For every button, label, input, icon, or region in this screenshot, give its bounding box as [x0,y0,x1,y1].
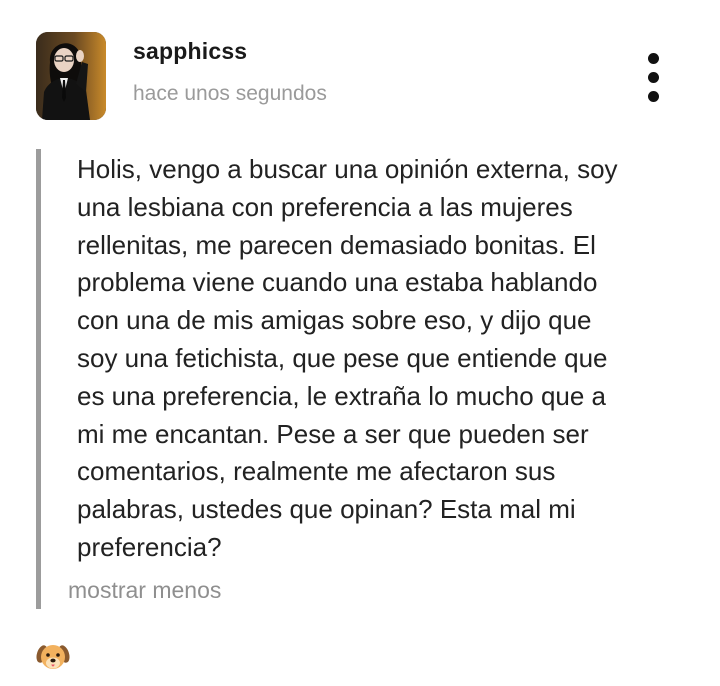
avatar[interactable] [36,32,106,120]
post-body-line: es una preferencia, le extraña lo mucho … [77,380,607,411]
post-body-line: una lesbiana con preferencia a las mujer… [77,191,573,222]
post-body: Holis, vengo a buscar una opinión extern… [77,151,677,567]
quote-bar [36,149,41,609]
dog-face-icon [36,645,70,669]
post-body-line: problema viene cuando una estaba habland… [77,267,598,298]
show-less-link[interactable]: mostrar menos [68,577,221,604]
post-body-line: rellenitas, me parecen demasiado bonitas… [77,229,596,260]
post-body-line: mi me encantan. Pese a ser que pueden se… [77,418,589,449]
post-body-line: Holis, vengo a buscar una opinión extern… [77,154,618,184]
post-body-line: soy una fetichista, que pese que entiend… [77,342,608,373]
post-card: sapphicss hace unos segundos Holis, veng… [0,0,720,686]
avatar-photo [36,32,106,120]
more-options-button[interactable] [638,50,670,106]
username[interactable]: sapphicss [133,38,247,65]
post-body-line: palabras, ustedes que opinan? Esta mal m… [77,494,576,525]
timestamp: hace unos segundos [133,82,327,105]
post-body-line: preferencia? [77,531,222,562]
post-body-line: comentarios, realmente me afectaron sus [77,456,556,487]
reaction-button[interactable] [36,640,70,674]
post-body-line: con una de mis amigas sobre eso, y dijo … [77,305,592,336]
